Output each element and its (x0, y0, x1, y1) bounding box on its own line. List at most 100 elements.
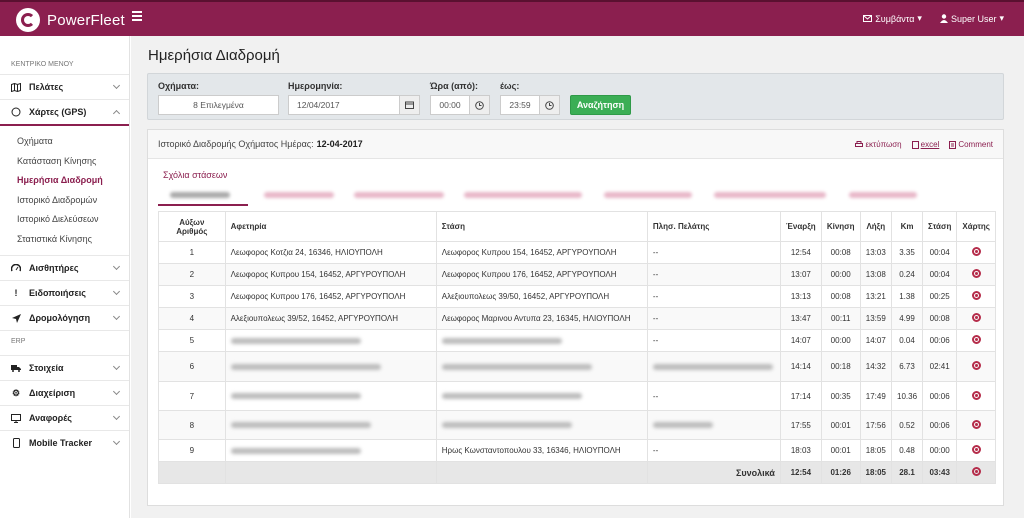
excel-link[interactable]: excel (911, 140, 940, 149)
sidebar-item-routing[interactable]: Δρομολόγηση (0, 305, 129, 330)
filter-bar: Οχήματα: 8 Επιλεγμένα Ημερομηνία: 12/04/… (147, 73, 1004, 120)
hamburger-menu-icon[interactable] (132, 11, 142, 21)
cell-idle: 00:06 (922, 381, 958, 411)
vehicle-tab[interactable] (348, 188, 448, 206)
clock-icon[interactable] (469, 95, 490, 115)
sidebar-item-sensors[interactable]: Αισθητήρες (0, 255, 129, 280)
sidebar-item-mobile-tracker[interactable]: Mobile Tracker (0, 430, 129, 455)
sidebar-item-maps-gps[interactable]: Χάρτες (GPS) (0, 99, 129, 124)
cell-end: 17:49 (859, 381, 893, 411)
vehicle-tab[interactable] (458, 188, 588, 206)
col-moving: Κίνηση (820, 211, 861, 242)
alerts-dropdown[interactable]: Συμβάντα ▾ (863, 13, 922, 24)
date-input[interactable]: 12/04/2017 (288, 95, 400, 115)
map-marker-icon[interactable] (971, 313, 981, 322)
col-idle: Στάση (922, 211, 958, 242)
totals-map-cell (956, 461, 996, 484)
cell-map (956, 439, 996, 462)
cell-customer: -- (646, 263, 781, 286)
submenu-item-vehicles[interactable]: Οχήματα (17, 132, 129, 152)
totals-end: 18:05 (859, 461, 893, 484)
file-icon (911, 140, 919, 149)
vehicle-tabs (158, 188, 988, 206)
submenu-item-daily-route[interactable]: Ημερήσια Διαδρομή (17, 171, 129, 191)
vehicles-select[interactable]: 8 Επιλεγμένα (158, 95, 279, 115)
calendar-icon[interactable] (399, 95, 420, 115)
submenu-item-route-history[interactable]: Ιστορικό Διαδρομών (17, 191, 129, 211)
redacted-text (441, 422, 572, 428)
stop-comments-link[interactable]: Σχόλια στάσεων (163, 170, 227, 180)
submenu-item-movement-stats[interactable]: Στατιστικά Κίνησης (17, 230, 129, 250)
cell-start: 17:55 (779, 410, 822, 440)
cell-customer (646, 410, 781, 440)
submenu-item-movement-status[interactable]: Κατάσταση Κίνησης (17, 152, 129, 172)
cell-map (956, 410, 996, 440)
user-dropdown[interactable]: Super User ▾ (939, 13, 1004, 24)
caret-down-icon: ▾ (917, 13, 922, 23)
cell-stop (435, 410, 648, 440)
redacted-text (230, 393, 361, 399)
map-marker-icon[interactable] (971, 269, 981, 278)
cell-start: 12:54 (779, 241, 822, 264)
cell-origin: Λεωφορος Κυπρου 176, 16452, ΑΡΓΥΡΟΥΠΟΛΗ (224, 285, 437, 308)
cell-map (956, 351, 996, 382)
col-nearby-customer: Πλησ. Πελάτης (646, 211, 781, 242)
table-row: 7 -- 17:14 00:35 17:49 10.36 00:06 (158, 381, 996, 411)
cell-serial: 2 (158, 263, 226, 286)
cell-end: 14:07 (859, 329, 893, 352)
sidebar-submenu: Οχήματα Κατάσταση Κίνησης Ημερήσια Διαδρ… (0, 124, 129, 255)
cell-km: 4.99 (891, 307, 924, 330)
map-marker-icon[interactable] (971, 445, 981, 454)
sidebar-section-main: ΚΕΝΤΡΙΚΟ ΜΕΝΟΥ (11, 61, 74, 68)
sidebar-item-label: Δρομολόγηση (29, 313, 91, 323)
vehicle-tab[interactable] (158, 188, 248, 206)
monitor-icon (11, 413, 21, 423)
cell-km: 6.73 (891, 351, 924, 382)
map-marker-icon[interactable] (971, 390, 981, 400)
print-link[interactable]: εκτύπωση (855, 140, 902, 149)
excel-label: excel (920, 140, 940, 149)
vehicle-tab[interactable] (708, 188, 833, 206)
submenu-item-passage-history[interactable]: Ιστορικό Διελεύσεων (17, 210, 129, 230)
chevron-down-icon (112, 262, 121, 271)
map-marker-icon[interactable] (971, 467, 981, 476)
sidebar-item-management[interactable]: ⚙ Διαχείριση (0, 380, 129, 405)
map-marker-icon[interactable] (971, 419, 981, 429)
vehicle-tab[interactable] (843, 188, 923, 206)
clock-icon[interactable] (539, 95, 560, 115)
map-marker-icon[interactable] (971, 247, 981, 256)
sidebar-item-label: Αισθητήρες (29, 263, 79, 273)
map-marker-icon[interactable] (971, 335, 981, 344)
sidebar-item-data[interactable]: Στοιχεία (0, 355, 129, 380)
brand-logo[interactable]: PowerFleet (16, 8, 125, 32)
search-button[interactable]: Αναζήτηση (570, 95, 631, 115)
totals-label: Συνολικά (646, 461, 781, 484)
panel-heading: Ιστορικό Διαδρομής Οχήματος Ημέρας: 12-0… (148, 130, 1003, 159)
sidebar-item-customers[interactable]: Πελάτες (0, 74, 129, 99)
col-end: Λήξη (859, 211, 893, 242)
map-marker-icon[interactable] (971, 361, 981, 370)
sidebar-item-reports[interactable]: Αναφορές (0, 405, 129, 430)
vehicle-tab[interactable] (598, 188, 698, 206)
comment-link[interactable]: Comment (949, 140, 993, 149)
cell-moving: 00:35 (820, 381, 861, 411)
sidebar-item-notifications[interactable]: ! Ειδοποιήσεις (0, 280, 129, 305)
cell-origin: Αλεξιουπολεως 39/52, 16452, ΑΡΓΥΡΟΥΠΟΛΗ (224, 307, 437, 330)
file-text-icon (949, 140, 957, 149)
cell-origin (224, 410, 437, 440)
page-title: Ημερήσια Διαδρομή (148, 47, 280, 64)
cell-customer: -- (646, 381, 781, 411)
time-from-input[interactable]: 00:00 (430, 95, 470, 115)
sidebar-item-label: Ειδοποιήσεις (29, 288, 86, 298)
map-marker-icon[interactable] (971, 291, 981, 300)
cell-customer: -- (646, 439, 781, 462)
cell-moving: 00:11 (820, 307, 861, 330)
cell-idle: 00:25 (922, 285, 958, 308)
cell-end: 17:56 (859, 410, 893, 440)
vehicle-tab[interactable] (258, 188, 340, 206)
time-to-input[interactable]: 23:59 (500, 95, 540, 115)
top-navbar: PowerFleet Συμβάντα ▾ Super User ▾ (0, 0, 1024, 36)
cell-serial: 3 (158, 285, 226, 308)
sidebar-section-erp: ERP (0, 330, 129, 355)
col-origin: Αφετηρία (224, 211, 437, 242)
